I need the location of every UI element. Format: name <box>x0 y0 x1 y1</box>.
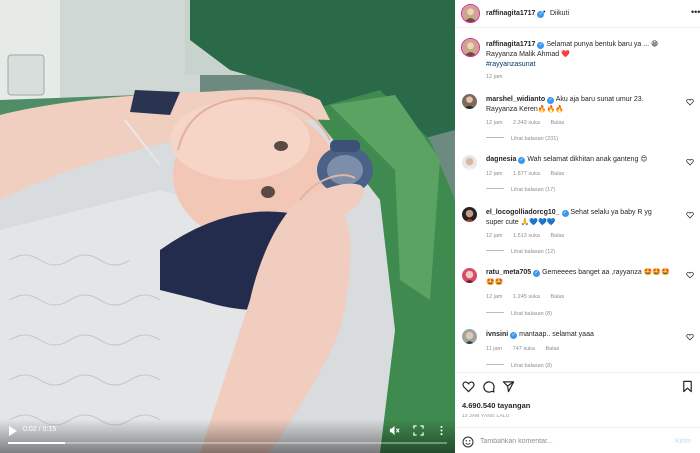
caption-line-1: Selamat punya bentuk baru ya ... 😁 <box>546 41 659 48</box>
time-separator: / <box>38 426 41 433</box>
comment-avatar[interactable] <box>462 329 477 344</box>
comment-input[interactable] <box>480 434 660 449</box>
post-header: raffinagita1717 ✓ • Diikuti ••• <box>455 0 700 28</box>
author-username[interactable]: raffinagita1717 ✓ <box>486 10 545 18</box>
comment-avatar[interactable] <box>462 94 477 109</box>
caption-hashtag[interactable]: #rayyanzasunat <box>486 61 535 68</box>
comment-like-heart-icon[interactable] <box>686 333 694 341</box>
comment-like-heart-icon[interactable] <box>686 211 694 219</box>
share-icon[interactable] <box>502 380 515 393</box>
more-options-icon[interactable]: ••• <box>691 7 700 17</box>
comment-meta: 12 jam 1.513 suka Balas <box>486 233 573 239</box>
comment-username[interactable]: ratu_meta705 <box>486 269 531 276</box>
video-progress-bar[interactable] <box>8 442 447 444</box>
comment-meta: 12 jam 2.343 suka Balas <box>486 120 573 126</box>
comment-meta: 11 jam 747 suka Balas <box>486 346 568 352</box>
video-time: 0:02 / 0:15 <box>23 426 56 433</box>
caption-meta: 12 jam <box>486 74 512 80</box>
verified-badge-icon: ✓ <box>547 97 555 104</box>
comment-avatar[interactable] <box>462 207 477 222</box>
caption-time: 12 jam <box>486 74 503 80</box>
comment-time: 12 jam <box>486 233 503 239</box>
verified-badge-icon: ✓ <box>537 42 545 49</box>
video-frame <box>0 0 455 453</box>
comment-avatar[interactable] <box>462 155 477 170</box>
verified-badge-icon: ✓ <box>510 332 518 339</box>
comment-meta: 12 jam 1.877 suka Balas <box>486 171 573 177</box>
comment-username[interactable]: marshel_widianto <box>486 96 545 103</box>
mute-icon[interactable] <box>389 425 400 436</box>
comment-reply-button[interactable]: Balas <box>546 346 560 352</box>
view-replies-button[interactable]: Lihat balasan (231) <box>486 136 558 142</box>
post-side-panel: raffinagita1717 ✓ • Diikuti ••• raffinagi… <box>455 0 700 453</box>
caption-line-2: Rayyanza Malik Ahmad ❤️ <box>486 51 570 58</box>
comment-likes[interactable]: 1.513 suka <box>513 233 540 239</box>
follow-separator: • <box>543 9 546 16</box>
follow-status[interactable]: Diikuti <box>550 10 569 17</box>
caption: raffinagita1717 ✓ Selamat punya bentuk ba… <box>486 40 671 70</box>
comment-username[interactable]: el_locogolliadorcg10_ <box>486 209 560 216</box>
comment: ivnsini ✓ mantaap.. selamat yaaa <box>486 330 671 340</box>
comment-like-heart-icon[interactable] <box>686 158 694 166</box>
video-controls <box>0 419 455 453</box>
comment-username[interactable]: ivnsini <box>486 331 508 338</box>
video-more-icon[interactable] <box>436 425 447 436</box>
comment-text: Wah selamat dikhitan anak ganteng 😍 <box>527 156 648 163</box>
comment: el_locogolliadorcg10_ ✓ Sehat selalu ya b… <box>486 208 671 228</box>
view-replies-button[interactable]: Lihat balasan (8) <box>486 363 552 369</box>
comment-time: 12 jam <box>486 171 503 177</box>
comment-meta: 12 jam 1.245 suka Balas <box>486 294 573 300</box>
comment-likes[interactable]: 747 suka <box>513 346 535 352</box>
comment-likes[interactable]: 2.343 suka <box>513 120 540 126</box>
play-icon[interactable] <box>8 426 18 436</box>
video-player[interactable]: 0:02 / 0:15 <box>0 0 455 453</box>
post-comment-button[interactable]: Kirim <box>675 438 691 445</box>
caption-avatar[interactable] <box>461 38 480 57</box>
view-replies-button[interactable]: Lihat balasan (8) <box>486 311 552 317</box>
view-count[interactable]: 4.690.540 tayangan <box>462 401 530 410</box>
heart-icon[interactable] <box>462 380 475 393</box>
verified-badge-icon: ✓ <box>533 270 541 277</box>
comment: marshel_widianto ✓ Aku aja baru sunat umu… <box>486 95 671 115</box>
comment-username[interactable]: dagnesia <box>486 156 516 163</box>
author-name[interactable]: raffinagita1717 <box>486 10 535 17</box>
comment-reply-button[interactable]: Balas <box>551 120 565 126</box>
verified-badge-icon: ✓ <box>518 157 526 164</box>
caption-username[interactable]: raffinagita1717 <box>486 41 535 48</box>
post-actions: 4.690.540 tayangan 12 JAM YANG LALU Kiri… <box>455 372 700 453</box>
emoji-icon[interactable] <box>462 436 474 448</box>
comment-time: 12 jam <box>486 120 503 126</box>
comment-composer: Kirim <box>455 427 700 453</box>
comment: dagnesia ✓ Wah selamat dikhitan anak gant… <box>486 155 671 165</box>
comment-icon[interactable] <box>482 380 495 393</box>
comment-time: 12 jam <box>486 294 503 300</box>
current-time: 0:02 <box>23 426 37 433</box>
view-replies-button[interactable]: Lihat balasan (12) <box>486 249 555 255</box>
comment-text: mantaap.. selamat yaaa <box>519 331 594 338</box>
duration: 0:15 <box>42 426 57 433</box>
verified-badge-icon: ✓ <box>561 210 569 217</box>
comment-likes[interactable]: 1.877 suka <box>513 171 540 177</box>
view-replies-button[interactable]: Lihat balasan (17) <box>486 187 555 193</box>
video-progress-fill <box>8 442 66 444</box>
comment-avatar[interactable] <box>462 268 477 283</box>
comment-like-heart-icon[interactable] <box>686 98 694 106</box>
comment-reply-button[interactable]: Balas <box>551 294 565 300</box>
comment-reply-button[interactable]: Balas <box>551 233 565 239</box>
comment-reply-button[interactable]: Balas <box>551 171 565 177</box>
comment: ratu_meta705 ✓ Gemeeees banget aa ,rayyan… <box>486 268 671 288</box>
bookmark-icon[interactable] <box>681 380 694 393</box>
comment-time: 11 jam <box>486 346 503 352</box>
comment-likes[interactable]: 1.245 suka <box>513 294 540 300</box>
author-avatar[interactable] <box>461 4 480 23</box>
fullscreen-icon[interactable] <box>413 425 424 436</box>
comment-like-heart-icon[interactable] <box>686 271 694 279</box>
post-time-ago: 12 JAM YANG LALU <box>462 414 510 419</box>
